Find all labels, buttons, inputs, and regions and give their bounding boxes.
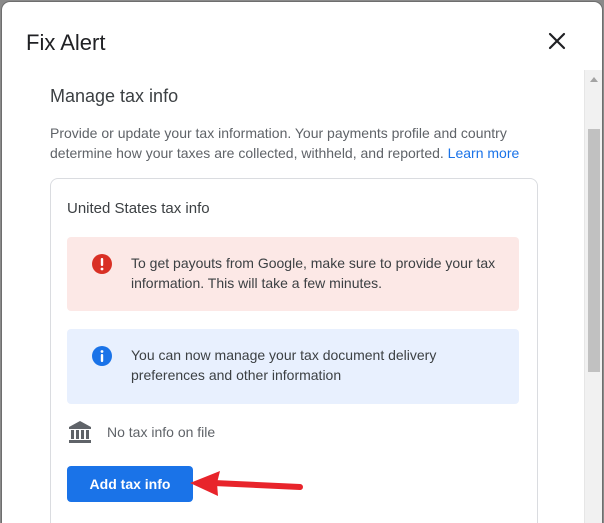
- info-icon: [92, 346, 112, 366]
- info-alert-text: You can now manage your tax document del…: [131, 347, 437, 383]
- learn-more-link[interactable]: Learn more: [448, 145, 520, 161]
- error-alert: To get payouts from Google, make sure to…: [67, 237, 519, 311]
- error-alert-text: To get payouts from Google, make sure to…: [131, 255, 496, 291]
- section-title: Manage tax info: [50, 86, 179, 106]
- bank-icon: [69, 421, 91, 443]
- red-arrow-annotation: [190, 471, 303, 496]
- error-icon: [92, 254, 112, 274]
- tax-status-text: No tax info on file: [107, 424, 216, 440]
- add-tax-info-button[interactable]: Add tax info: [67, 466, 193, 502]
- section-description: Provide or update your tax information. …: [50, 123, 550, 163]
- scrollbar[interactable]: [584, 70, 602, 523]
- description-text: Provide or update your tax information. …: [50, 125, 507, 161]
- scroll-up-arrow-icon: [590, 77, 598, 82]
- info-alert: You can now manage your tax document del…: [67, 329, 519, 404]
- card-title: United States tax info: [67, 200, 210, 217]
- scroll-thumb[interactable]: [588, 129, 600, 372]
- close-button[interactable]: [542, 26, 572, 56]
- dialog-title: Fix Alert: [26, 30, 106, 55]
- close-icon: [548, 32, 566, 50]
- fix-alert-dialog: Fix Alert Manage tax info Provide or upd…: [2, 2, 602, 523]
- scroll-up-button[interactable]: [585, 70, 602, 88]
